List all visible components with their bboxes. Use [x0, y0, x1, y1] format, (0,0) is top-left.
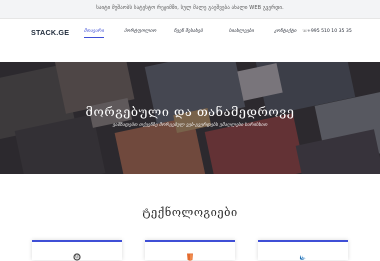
card-accent-bar — [145, 240, 235, 242]
phone-contact[interactable]: ☏+995 510 10 35 35 — [302, 29, 352, 34]
card-accent-bar — [32, 240, 122, 242]
nav-item-about[interactable]: ჩვენ შესახებ — [174, 29, 203, 34]
phone-number[interactable]: +995 510 10 35 35 — [307, 29, 352, 34]
card-accent-bar — [258, 240, 348, 242]
site-logo[interactable]: STACK.GE — [31, 28, 69, 37]
nav-item-contact[interactable]: კონტაქტი — [274, 29, 296, 34]
technology-card-wordpress[interactable]: W — [32, 240, 122, 261]
technologies-title: ტექნოლოგიები — [142, 206, 238, 219]
nav-item-portfolio[interactable]: პორტფოლიო — [124, 29, 156, 34]
hero-title: მორგებული და თანამედროვე — [85, 104, 295, 119]
nav-item-home[interactable]: მთავარი — [84, 29, 104, 38]
hero-subtitle: ვამზადებთ თქვენზე მორგებულ ვებ-გვერდებს … — [112, 123, 268, 128]
announcement-text: საიტი მუშაობს სატესტო რეჟიმში, სულ მალე … — [96, 5, 284, 11]
svg-text:W: W — [75, 255, 80, 260]
technology-card-html[interactable] — [145, 240, 235, 261]
announcement-bar: საიტი მუშაობს სატესტო რეჟიმში, სულ მალე … — [0, 0, 380, 19]
nav-item-news[interactable]: სიახლეები — [229, 29, 254, 34]
technology-card-jquery[interactable] — [258, 240, 348, 260]
site-header: STACK.GE მთავარი პორტფოლიო ჩვენ შესახებ … — [0, 19, 380, 45]
